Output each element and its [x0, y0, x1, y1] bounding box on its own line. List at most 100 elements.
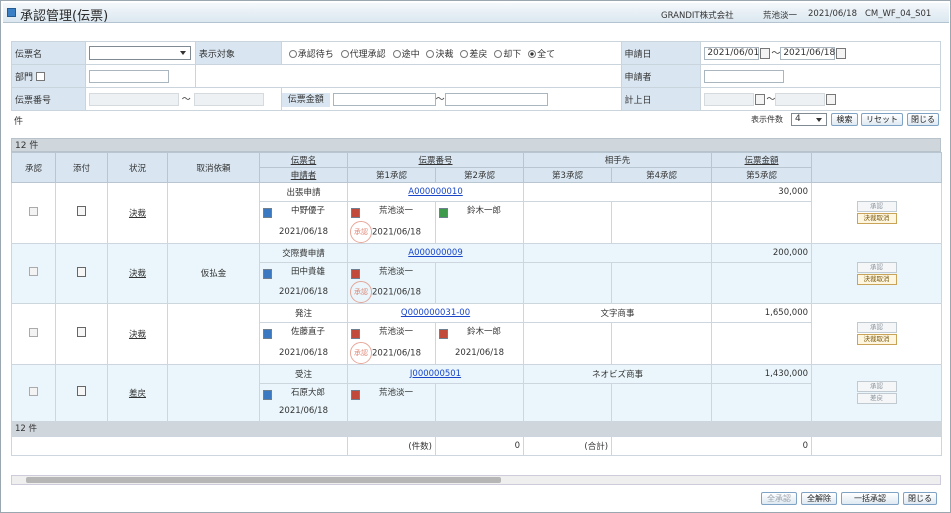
slip-no-link[interactable]: Q000000031-00	[401, 308, 470, 318]
dept-checkbox[interactable]	[36, 71, 46, 81]
slip-no-link[interactable]: J000000501	[410, 369, 461, 379]
radio-waiting[interactable]	[288, 49, 297, 58]
slip-amount: 30,000	[711, 182, 813, 202]
col-attach: 添付	[55, 152, 108, 183]
amount-from-input[interactable]	[332, 93, 436, 106]
approve-checkbox[interactable]	[29, 327, 38, 337]
dept-blank	[194, 64, 622, 88]
applicant-name: 石原大郎	[290, 387, 325, 398]
calendar-icon[interactable]	[760, 48, 771, 59]
slip-no-from-input[interactable]	[88, 93, 179, 106]
person-icon	[439, 329, 448, 340]
approval1-date-cell: 承認 2021/06/18	[347, 281, 436, 304]
applicant-label: 申請者	[620, 64, 702, 88]
cancel-cell: 仮払金	[167, 242, 260, 304]
attachment-icon[interactable]	[77, 327, 86, 338]
footer-total-value: 0	[611, 435, 813, 456]
approval2-date	[434, 281, 525, 304]
slip-no-label: 伝票番号	[11, 87, 86, 111]
approve-cell	[11, 363, 56, 422]
bulk-approve-button[interactable]: 一括承認	[841, 492, 899, 505]
bottom-close-button[interactable]: 閉じる	[903, 492, 937, 505]
approve-all-button[interactable]: 全承認	[761, 492, 797, 505]
window-icon	[7, 8, 16, 17]
approve-checkbox[interactable]	[29, 386, 38, 396]
approve-checkbox[interactable]	[29, 267, 38, 277]
approval2-cell: 鈴木一郎	[434, 322, 525, 342]
attach-cell	[55, 182, 108, 244]
slip-name-select[interactable]	[88, 46, 191, 60]
slip-no-link[interactable]: A000000010	[408, 187, 463, 197]
cancel-decision-button[interactable]: 差戻	[856, 393, 897, 404]
col-approval2: 第2承認	[434, 167, 525, 183]
cancel-cell	[167, 363, 260, 422]
amount-to-input[interactable]	[444, 93, 548, 106]
slip-no-link[interactable]: A000000009	[408, 248, 463, 258]
radio-label: 全て	[537, 49, 556, 60]
reset-button[interactable]: リセット	[861, 113, 903, 126]
attach-cell	[55, 363, 108, 422]
dept-input[interactable]	[88, 69, 169, 83]
scrollbar-thumb[interactable]	[26, 477, 501, 483]
radio-returned[interactable]	[460, 49, 469, 58]
status-link[interactable]: 決裁	[129, 269, 146, 279]
slip-name: 出張申請	[259, 182, 348, 202]
approve-row-button[interactable]: 承認	[856, 201, 897, 213]
attachment-icon[interactable]	[77, 206, 86, 217]
approval2-cell	[434, 382, 525, 402]
calendar-icon[interactable]	[836, 48, 847, 59]
approval2-date	[434, 220, 525, 244]
close-button[interactable]: 閉じる	[907, 113, 939, 126]
approve-checkbox[interactable]	[29, 206, 38, 216]
col-slip-no[interactable]: 伝票番号	[346, 152, 525, 168]
attachment-icon[interactable]	[77, 386, 86, 396]
radio-in-progress[interactable]	[392, 49, 401, 58]
record-count-bottom: 12 件	[10, 420, 943, 437]
status-link[interactable]: 決裁	[129, 209, 146, 219]
slip-no-cell: Q000000031-00	[346, 303, 525, 323]
horizontal-scrollbar[interactable]	[11, 475, 941, 485]
approval-stamp: 承認	[350, 341, 372, 364]
posting-date-from-input[interactable]	[704, 93, 755, 106]
attachment-icon[interactable]	[77, 266, 86, 277]
applicant-cell: 田中貴雄	[259, 261, 348, 281]
cancel-decision-button[interactable]: 決裁取消	[856, 213, 897, 225]
col-slip-name[interactable]: 伝票名	[259, 152, 348, 168]
radio-all[interactable]	[528, 49, 537, 58]
approval-stamp: 承認	[350, 281, 372, 303]
search-button[interactable]: 検索	[831, 113, 858, 126]
slip-amount: 1,430,000	[711, 363, 813, 384]
approve-row-button[interactable]: 承認	[856, 322, 897, 334]
calendar-icon[interactable]	[755, 94, 766, 105]
approval2-cell	[434, 261, 525, 281]
slip-amount: 1,650,000	[711, 303, 813, 323]
status-link[interactable]: 差戻	[129, 389, 146, 399]
footer-blank	[811, 435, 943, 456]
approval1-cell: 荒池淡一	[347, 201, 436, 221]
slip-no-to-input[interactable]	[193, 93, 264, 106]
col-applicant[interactable]: 申請者	[259, 167, 348, 183]
col-amount[interactable]: 伝票金額	[711, 152, 813, 168]
approve-cell	[11, 242, 56, 304]
partner	[523, 242, 713, 263]
apply-date-from-input[interactable]: 2021/06/01	[704, 47, 760, 60]
approve-row-button[interactable]: 承認	[856, 261, 897, 273]
cancel-decision-button[interactable]: 決裁取消	[856, 334, 897, 346]
status-link[interactable]: 決裁	[129, 330, 146, 340]
cancel-decision-button[interactable]: 決裁取消	[856, 273, 897, 285]
apply-date-to-input[interactable]: 2021/06/18	[780, 47, 836, 60]
person-icon	[351, 389, 360, 400]
display-count-select[interactable]: 4	[791, 113, 827, 126]
radio-decided[interactable]	[426, 49, 435, 58]
person-icon	[351, 208, 360, 219]
display-target-label: 表示対象	[194, 41, 282, 65]
calendar-icon[interactable]	[826, 94, 837, 105]
radio-rejected[interactable]	[494, 49, 503, 58]
approval2-date	[434, 402, 525, 422]
approve-row-button[interactable]: 承認	[856, 381, 897, 392]
actions-cell: 承認 決裁取消	[811, 303, 943, 365]
applicant-input[interactable]	[704, 69, 785, 83]
radio-proxy[interactable]	[340, 49, 349, 58]
posting-date-to-input[interactable]	[775, 93, 826, 106]
clear-all-button[interactable]: 全解除	[801, 492, 837, 505]
